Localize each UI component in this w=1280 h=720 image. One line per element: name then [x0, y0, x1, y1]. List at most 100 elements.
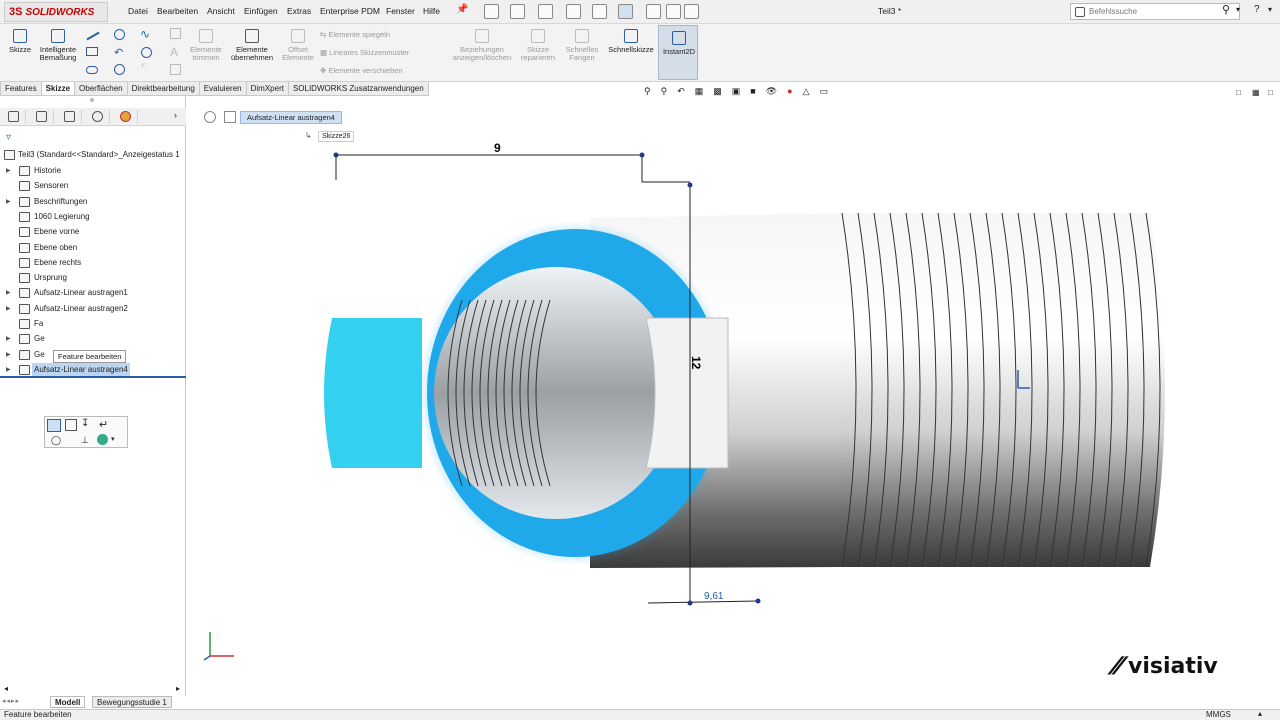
expand-arrow-icon[interactable]: ▶ [6, 195, 11, 209]
axis-icon[interactable]: ⊥ [81, 435, 89, 446]
open-icon[interactable] [510, 4, 525, 19]
spline-icon[interactable]: ∿ [140, 27, 150, 41]
search-dropdown-icon[interactable]: ▾ [1236, 5, 1240, 14]
bore-opening[interactable] [434, 267, 678, 519]
tree-item[interactable]: ▶ Aufsatz-Linear austragen1 [0, 286, 186, 300]
units-indicator[interactable]: MMGS [1206, 710, 1231, 720]
dim-point-right[interactable] [639, 152, 645, 158]
tab-skizze[interactable]: Skizze [40, 82, 76, 96]
dimension-horizontal[interactable]: 9 [494, 141, 501, 155]
polygon-icon[interactable] [141, 47, 152, 58]
tree-item[interactable]: Fa [0, 317, 186, 331]
breadcrumb-part-icon[interactable] [204, 111, 216, 123]
rollback-bar[interactable] [0, 376, 186, 378]
parent-child-icon[interactable]: ↵ [99, 418, 108, 431]
offset-entities-button[interactable]: Offset Elemente [282, 29, 314, 62]
featuremanager-tab[interactable] [2, 110, 26, 124]
tree-item[interactable]: ▶ Aufsatz-Linear austragen2 [0, 302, 186, 316]
skizze-button[interactable]: Skizze [6, 29, 34, 54]
menu-datei[interactable]: Datei [128, 6, 148, 16]
breadcrumb-sketch[interactable]: Skizze26 [318, 131, 355, 142]
tree-item[interactable]: ▶ Historie [0, 164, 186, 178]
panel-expand-icon[interactable]: › [174, 110, 177, 120]
menu-hilfe[interactable]: Hilfe [423, 6, 440, 16]
trim-entities-button[interactable]: Elemente trimmen [188, 29, 224, 62]
scroll-left-icon[interactable]: ◂ [4, 684, 8, 693]
edit-feature-icon[interactable] [47, 419, 61, 432]
tree-item[interactable]: ▶ Aufsatz-Linear austragen4 [0, 362, 186, 377]
save-icon[interactable] [538, 4, 553, 19]
graphics-area[interactable]: 9 12 9,61 [187, 96, 1280, 709]
panel-grip[interactable] [90, 98, 94, 102]
search-input[interactable]: Befehlssuche [1089, 7, 1137, 16]
circle-icon[interactable] [114, 29, 125, 40]
mirror-entities-button[interactable]: ⇆ Elemente spiegeln [320, 30, 390, 39]
fillet-icon[interactable]: ⌜ [141, 62, 146, 75]
tree-item[interactable]: Sensoren [0, 179, 186, 193]
suppress-icon[interactable]: ◯ [51, 435, 61, 446]
slot-cutout[interactable] [645, 317, 729, 469]
tree-item[interactable]: Ebene oben [0, 241, 186, 255]
rectangle-icon[interactable] [86, 47, 98, 56]
edit-sketch-icon[interactable] [65, 419, 77, 431]
scroll-right-icon[interactable]: ▸ [176, 684, 180, 693]
propertymanager-tab[interactable] [30, 110, 54, 124]
command-search[interactable]: Befehlssuche [1070, 3, 1240, 20]
expand-arrow-icon[interactable]: ▶ [6, 332, 11, 346]
thread-section[interactable] [842, 213, 1165, 567]
line-icon[interactable] [86, 31, 100, 41]
solidworks-logo[interactable]: 3S SOLIDWORKS [4, 2, 108, 22]
expand-arrow-icon[interactable]: ▶ [6, 302, 11, 316]
rollback-icon[interactable]: ↧ [81, 418, 89, 429]
expand-arrow-icon[interactable]: ▶ [6, 164, 11, 178]
side-tab[interactable] [324, 318, 422, 468]
tab-zusatzanwendungen[interactable]: SOLIDWORKS Zusatzanwendungen [287, 82, 429, 96]
expand-arrow-icon[interactable]: ▶ [6, 348, 11, 362]
help-dropdown-icon[interactable]: ▾ [1268, 5, 1272, 14]
repair-sketch-button[interactable]: Skizze reparieren [518, 29, 558, 62]
convert-entities-button[interactable]: Elemente übernehmen [228, 29, 276, 62]
slot-icon[interactable] [86, 66, 98, 74]
display-manager-tab[interactable] [114, 110, 138, 124]
rebuild-icon[interactable] [646, 4, 661, 19]
expand-arrow-icon[interactable]: ▶ [6, 286, 11, 300]
file-properties-icon[interactable] [666, 4, 681, 19]
status-dropdown-icon[interactable]: ▴ [1258, 709, 1262, 719]
filter-icon[interactable]: ▿ [6, 132, 11, 143]
move-entities-button[interactable]: ✥ Elemente verschieben [320, 66, 403, 75]
text-icon[interactable]: A [170, 45, 178, 59]
appearance-ball-icon[interactable] [97, 434, 108, 445]
tree-root[interactable]: Teil3 (Standard<<Standard>_Anzeigestatus… [0, 148, 186, 162]
point-icon[interactable] [114, 64, 125, 75]
appearance-dropdown-icon[interactable]: ▾ [111, 435, 115, 443]
configurationmanager-tab[interactable] [58, 110, 82, 124]
arc-icon[interactable]: ↶ [114, 46, 123, 59]
tree-item[interactable]: Ursprung [0, 271, 186, 285]
new-document-icon[interactable] [484, 4, 499, 19]
tree-item[interactable]: Ebene vorne [0, 225, 186, 239]
model-viewport[interactable]: 9 12 9,61 [187, 96, 1280, 709]
expand-arrow-icon[interactable]: ▶ [6, 363, 11, 377]
undo-icon[interactable] [592, 4, 607, 19]
smart-dimension-button[interactable]: Intelligente Bemaßung [36, 29, 80, 62]
tab-direktbearbeitung[interactable]: Direktbearbeitung [126, 82, 200, 96]
dimxpert-tab[interactable] [86, 110, 110, 124]
menu-einfuegen[interactable]: Einfügen [244, 6, 278, 16]
plane-icon[interactable] [170, 64, 181, 75]
tab-modell[interactable]: Modell [50, 696, 86, 708]
surface-icon[interactable] [170, 28, 181, 39]
tab-nav-icon[interactable]: ◂◂▸▸ [2, 697, 20, 705]
menu-bearbeiten[interactable]: Bearbeiten [157, 6, 198, 16]
tab-features[interactable]: Features [0, 82, 42, 96]
print-icon[interactable] [566, 4, 581, 19]
breadcrumb-feature[interactable]: Aufsatz-Linear austragen4 [240, 111, 342, 124]
dimension-vertical[interactable]: 12 [689, 356, 703, 370]
tree-item[interactable]: ▶ Ge [0, 332, 186, 346]
tab-oberflaechen[interactable]: Oberflächen [74, 82, 128, 96]
pin-icon[interactable]: 📌 [456, 4, 468, 15]
menu-ansicht[interactable]: Ansicht [207, 6, 235, 16]
menu-fenster[interactable]: Fenster [386, 6, 415, 16]
help-icon[interactable]: ? [1254, 4, 1260, 15]
options-gear-icon[interactable] [684, 4, 699, 19]
search-icon[interactable]: ⚲ [1222, 3, 1230, 16]
